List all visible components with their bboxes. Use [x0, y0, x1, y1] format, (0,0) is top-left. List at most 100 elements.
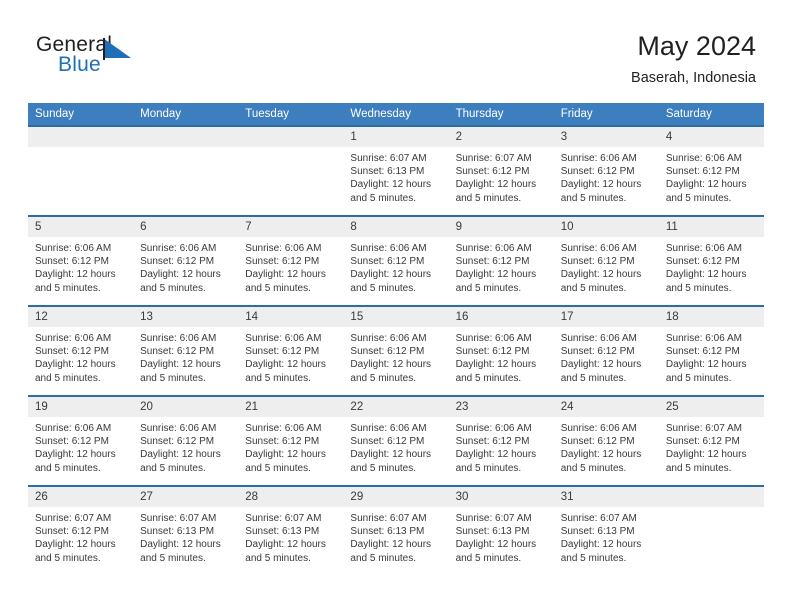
day-cell[interactable]: 6 Sunrise: 6:06 AM Sunset: 6:12 PM Daylight… — [133, 217, 239, 305]
day-number: 27 — [133, 487, 239, 507]
day-cell[interactable]: 12 Sunrise: 6:06 AM Sunset: 6:12 PM Dayligh… — [28, 307, 134, 395]
daylight-text: Daylight: 12 hours and 5 minutes. — [560, 359, 642, 384]
daylight-text: Daylight: 12 hours and 5 minutes. — [455, 179, 537, 204]
day-number: 24 — [553, 397, 659, 417]
daylight-text: Daylight: 12 hours and 5 minutes. — [665, 449, 747, 474]
sunrise-text: Sunrise: 6:06 AM — [350, 333, 427, 344]
day-cell[interactable]: 13 Sunrise: 6:06 AM Sunset: 6:12 PM Dayligh… — [133, 307, 239, 395]
daylight-text: Daylight: 12 hours and 5 minutes. — [245, 269, 326, 294]
day-sun-info: Sunrise: 6:06 AM Sunset: 6:12 PM Daylight:… — [238, 327, 343, 385]
day-cell[interactable]: 16 Sunrise: 6:06 AM Sunset: 6:12 PM Dayligh… — [448, 307, 554, 395]
day-cell[interactable]: 28 Sunrise: 6:07 AM Sunset: 6:13 PM Dayligh… — [238, 487, 344, 575]
day-cell[interactable]: 2 Sunrise: 6:07 AM Sunset: 6:12 PM Daylight… — [448, 127, 554, 215]
sunset-text: Sunset: 6:12 PM — [455, 166, 530, 178]
sunrise-text: Sunrise: 6:06 AM — [455, 243, 532, 254]
day-number: 20 — [133, 397, 239, 417]
day-number: 5 — [28, 217, 134, 237]
sunrise-text: Sunrise: 6:06 AM — [560, 423, 637, 434]
daylight-text: Daylight: 12 hours and 5 minutes. — [245, 539, 326, 564]
sunset-text: Sunset: 6:12 PM — [350, 346, 425, 358]
day-cell[interactable]: 3 Sunrise: 6:06 AM Sunset: 6:12 PM Daylight… — [553, 127, 659, 215]
day-sun-info: Sunrise: 6:06 AM Sunset: 6:12 PM Daylight:… — [449, 417, 554, 475]
day-cell[interactable]: 11 Sunrise: 6:06 AM Sunset: 6:12 PM Dayligh… — [658, 217, 764, 305]
day-number: 11 — [658, 217, 764, 237]
day-cell[interactable]: 18 Sunrise: 6:06 AM Sunset: 6:12 PM Dayligh… — [658, 307, 764, 395]
day-number: 3 — [553, 127, 659, 147]
sunrise-text: Sunrise: 6:07 AM — [245, 513, 322, 524]
day-number — [658, 487, 764, 507]
day-cell[interactable]: 23 Sunrise: 6:06 AM Sunset: 6:12 PM Dayligh… — [448, 397, 554, 485]
day-cell[interactable]: 27 Sunrise: 6:07 AM Sunset: 6:13 PM Dayligh… — [133, 487, 239, 575]
day-cell[interactable]: 22 Sunrise: 6:06 AM Sunset: 6:12 PM Dayligh… — [343, 397, 449, 485]
sunset-text: Sunset: 6:12 PM — [455, 436, 530, 448]
day-cell[interactable]: 17 Sunrise: 6:06 AM Sunset: 6:12 PM Dayligh… — [553, 307, 659, 395]
daylight-text: Daylight: 12 hours and 5 minutes. — [455, 269, 537, 294]
daylight-text: Daylight: 12 hours and 5 minutes. — [350, 449, 432, 474]
day-cell[interactable]: 24 Sunrise: 6:06 AM Sunset: 6:12 PM Dayligh… — [553, 397, 659, 485]
day-number: 12 — [28, 307, 134, 327]
day-cell[interactable]: 9 Sunrise: 6:06 AM Sunset: 6:12 PM Daylight… — [448, 217, 554, 305]
daylight-text: Daylight: 12 hours and 5 minutes. — [35, 539, 116, 564]
day-cell[interactable]: 7 Sunrise: 6:06 AM Sunset: 6:12 PM Daylight… — [238, 217, 344, 305]
day-sun-info: Sunrise: 6:06 AM Sunset: 6:12 PM Daylight:… — [238, 237, 343, 295]
sunrise-text: Sunrise: 6:06 AM — [35, 243, 112, 254]
sunset-text: Sunset: 6:12 PM — [665, 436, 740, 448]
sunset-text: Sunset: 6:12 PM — [35, 256, 109, 268]
daylight-text: Daylight: 12 hours and 5 minutes. — [560, 179, 642, 204]
day-cell[interactable]: 26 Sunrise: 6:07 AM Sunset: 6:12 PM Dayligh… — [28, 487, 134, 575]
day-cell[interactable]: 29 Sunrise: 6:07 AM Sunset: 6:13 PM Dayligh… — [343, 487, 449, 575]
sunrise-text: Sunrise: 6:06 AM — [560, 243, 637, 254]
sunset-text: Sunset: 6:12 PM — [665, 256, 740, 268]
day-sun-info: Sunrise: 6:06 AM Sunset: 6:12 PM Daylight:… — [343, 237, 448, 295]
sunrise-text: Sunrise: 6:06 AM — [245, 243, 322, 254]
day-number: 26 — [28, 487, 134, 507]
day-sun-info: Sunrise: 6:07 AM Sunset: 6:13 PM Daylight:… — [343, 507, 448, 565]
day-number: 19 — [28, 397, 134, 417]
day-sun-info: Sunrise: 6:06 AM Sunset: 6:12 PM Daylight:… — [28, 417, 133, 475]
day-cell-empty — [238, 127, 344, 215]
day-cell[interactable]: 20 Sunrise: 6:06 AM Sunset: 6:12 PM Dayligh… — [133, 397, 239, 485]
day-cell[interactable]: 1 Sunrise: 6:07 AM Sunset: 6:13 PM Daylight… — [343, 127, 449, 215]
day-cell[interactable]: 31 Sunrise: 6:07 AM Sunset: 6:13 PM Dayligh… — [553, 487, 659, 575]
sunrise-text: Sunrise: 6:07 AM — [455, 153, 532, 164]
day-cell[interactable]: 30 Sunrise: 6:07 AM Sunset: 6:13 PM Dayligh… — [448, 487, 554, 575]
daylight-text: Daylight: 12 hours and 5 minutes. — [350, 179, 432, 204]
day-number: 4 — [658, 127, 764, 147]
sunrise-text: Sunrise: 6:06 AM — [455, 423, 532, 434]
sunrise-text: Sunrise: 6:07 AM — [560, 513, 637, 524]
day-cell[interactable]: 14 Sunrise: 6:06 AM Sunset: 6:12 PM Dayligh… — [238, 307, 344, 395]
day-cell[interactable]: 15 Sunrise: 6:06 AM Sunset: 6:12 PM Dayligh… — [343, 307, 449, 395]
daylight-text: Daylight: 12 hours and 5 minutes. — [35, 359, 116, 384]
brand-logo[interactable]: General Blue — [36, 33, 236, 85]
sunrise-text: Sunrise: 6:07 AM — [350, 153, 427, 164]
sunrise-text: Sunrise: 6:06 AM — [140, 243, 217, 254]
day-number: 14 — [238, 307, 344, 327]
day-number: 15 — [343, 307, 449, 327]
day-cell[interactable]: 21 Sunrise: 6:06 AM Sunset: 6:12 PM Dayligh… — [238, 397, 344, 485]
day-number — [133, 127, 239, 147]
day-sun-info: Sunrise: 6:06 AM Sunset: 6:12 PM Daylight:… — [554, 237, 659, 295]
sunrise-text: Sunrise: 6:06 AM — [245, 333, 322, 344]
sunrise-text: Sunrise: 6:07 AM — [455, 513, 532, 524]
daylight-text: Daylight: 12 hours and 5 minutes. — [35, 449, 116, 474]
page-title: May 2024 — [637, 31, 756, 61]
day-cell-empty — [133, 127, 239, 215]
sunset-text: Sunset: 6:12 PM — [140, 436, 215, 448]
sunset-text: Sunset: 6:12 PM — [665, 166, 740, 178]
calendar-grid: Sunday Monday Tuesday Wednesday Thursday Frid… — [28, 103, 764, 575]
daylight-text: Daylight: 12 hours and 5 minutes. — [560, 449, 642, 474]
day-cell[interactable]: 25 Sunrise: 6:07 AM Sunset: 6:12 PM Dayligh… — [658, 397, 764, 485]
sunrise-text: Sunrise: 6:06 AM — [140, 333, 217, 344]
day-sun-info: Sunrise: 6:06 AM Sunset: 6:12 PM Daylight:… — [449, 237, 554, 295]
day-cell[interactable]: 8 Sunrise: 6:06 AM Sunset: 6:12 PM Daylight… — [343, 217, 449, 305]
daylight-text: Daylight: 12 hours and 5 minutes. — [245, 359, 326, 384]
weekday-header-friday: Friday — [560, 108, 593, 120]
day-cell[interactable]: 4 Sunrise: 6:06 AM Sunset: 6:12 PM Daylight… — [658, 127, 764, 215]
blue-triangle-flag-icon — [103, 38, 133, 60]
day-cell[interactable]: 5 Sunrise: 6:06 AM Sunset: 6:12 PM Daylight… — [28, 217, 134, 305]
day-cell[interactable]: 10 Sunrise: 6:06 AM Sunset: 6:12 PM Dayligh… — [553, 217, 659, 305]
sunrise-text: Sunrise: 6:06 AM — [560, 333, 637, 344]
day-sun-info: Sunrise: 6:06 AM Sunset: 6:12 PM Daylight:… — [28, 327, 133, 385]
daylight-text: Daylight: 12 hours and 5 minutes. — [140, 359, 221, 384]
day-cell[interactable]: 19 Sunrise: 6:06 AM Sunset: 6:12 PM Dayligh… — [28, 397, 134, 485]
